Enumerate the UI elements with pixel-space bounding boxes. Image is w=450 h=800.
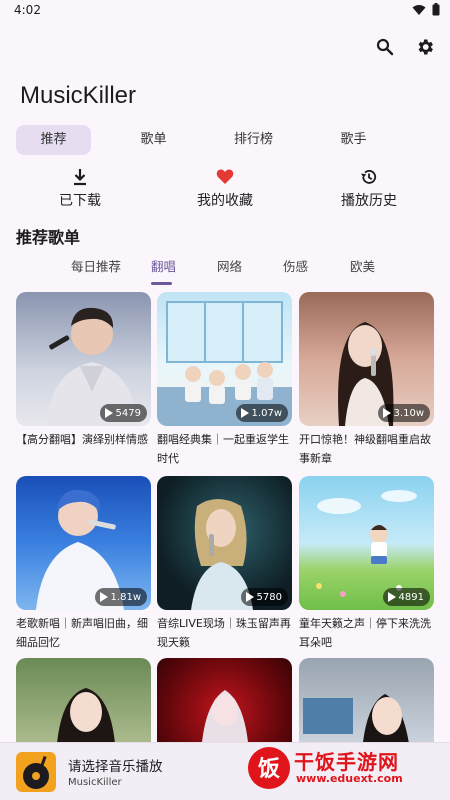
history-button[interactable]: 播放历史 (336, 168, 402, 210)
main-tabs: 推荐 歌单 排行榜 歌手 (16, 125, 416, 155)
playlist-cover (16, 658, 151, 742)
watermark: 饭 干饭手游网 www.eduext.com (244, 742, 444, 800)
search-icon[interactable] (374, 36, 396, 58)
player-cover (16, 752, 56, 792)
playlist-cover: 5479 (16, 292, 151, 426)
playlist-card[interactable] (299, 658, 434, 742)
watermark-logo-char: 饭 (258, 756, 280, 782)
play-count: 5479 (115, 407, 141, 419)
playlist-cover: 3.10w (299, 292, 434, 426)
subtab-western[interactable]: 欧美 (350, 256, 375, 275)
play-count: 5780 (256, 591, 282, 603)
history-icon (361, 170, 377, 184)
watermark-name: 干饭手游网 (294, 750, 399, 774)
playlist-card[interactable] (157, 658, 292, 742)
playlist-card[interactable]: 5780 音综LIVE现场｜珠玉留声再现天籁 (157, 476, 292, 654)
play-count-badge: 3.10w (377, 404, 430, 422)
battery-icon (432, 3, 440, 16)
playlist-title: 【高分翻唱】演绎别样情感 (16, 433, 148, 446)
download-icon (74, 169, 86, 186)
tab-playlists[interactable]: 歌单 (116, 125, 191, 155)
play-icon (382, 408, 391, 418)
heart-icon (216, 169, 234, 184)
quick-actions: 已下载 我的收藏 播放历史 (0, 168, 450, 216)
history-label: 播放历史 (341, 193, 397, 209)
downloaded-label: 已下载 (59, 193, 101, 209)
favorites-button[interactable]: 我的收藏 (192, 168, 258, 210)
play-icon (104, 408, 113, 418)
playlist-grid: 5479 【高分翻唱】演绎别样情感 1.07w 翻唱经典集｜一起重返学生时代 3… (0, 292, 450, 742)
playlist-cover: 5780 (157, 476, 292, 610)
top-actions (374, 36, 436, 58)
subtab-sad[interactable]: 伤感 (283, 256, 308, 275)
play-count-badge: 5479 (99, 404, 147, 422)
status-icons (412, 3, 440, 16)
playlist-title: 翻唱经典集｜一起重返学生时代 (157, 433, 289, 465)
playlist-card[interactable]: 4891 童年天籁之声｜停下来洗洗耳朵吧 (299, 476, 434, 654)
play-count: 4891 (398, 591, 424, 603)
playlist-card[interactable]: 3.10w 开口惊艳！神级翻唱重启故事新章 (299, 292, 434, 470)
status-bar: 4:02 (0, 0, 450, 22)
subtab-daily[interactable]: 每日推荐 (71, 256, 121, 275)
tab-charts[interactable]: 排行榜 (216, 125, 291, 155)
play-count: 1.07w (251, 407, 282, 419)
app-title: MusicKiller (20, 82, 137, 109)
watermark-logo: 饭 (248, 747, 290, 789)
playlist-title: 音综LIVE现场｜珠玉留声再现天籁 (157, 617, 291, 649)
playlist-card[interactable]: 5479 【高分翻唱】演绎别样情感 (16, 292, 151, 470)
subtab-cover[interactable]: 翻唱 (151, 256, 176, 275)
gear-icon[interactable] (414, 36, 436, 58)
watermark-url: www.eduext.com (296, 772, 403, 785)
playlist-cover (299, 658, 434, 742)
playlist-cover: 1.81w (16, 476, 151, 610)
playlist-cover (157, 658, 292, 742)
playlist-cover: 4891 (299, 476, 434, 610)
play-icon (99, 592, 108, 602)
play-icon (245, 592, 254, 602)
playlist-cover: 1.07w (157, 292, 292, 426)
playlist-title: 老歌新唱｜新声唱旧曲，细细品回忆 (16, 617, 148, 649)
play-count-badge: 1.81w (94, 588, 147, 606)
play-icon (387, 592, 396, 602)
subtab-indicator (151, 282, 172, 285)
sub-tabs: 每日推荐 翻唱 网络 伤感 欧美 (0, 256, 450, 286)
player-title: 请选择音乐播放 (68, 759, 163, 775)
wifi-icon (412, 4, 426, 15)
status-time: 4:02 (14, 3, 41, 17)
play-count: 1.81w (110, 591, 141, 603)
subtab-network[interactable]: 网络 (217, 256, 242, 275)
tab-artists[interactable]: 歌手 (316, 125, 391, 155)
downloaded-button[interactable]: 已下载 (50, 168, 110, 210)
playlist-title: 童年天籁之声｜停下来洗洗耳朵吧 (299, 617, 431, 649)
section-title: 推荐歌单 (16, 228, 81, 247)
tab-recommend[interactable]: 推荐 (16, 125, 91, 155)
playlist-card[interactable] (16, 658, 151, 742)
favorites-label: 我的收藏 (197, 193, 253, 209)
playlist-card[interactable]: 1.81w 老歌新唱｜新声唱旧曲，细细品回忆 (16, 476, 151, 654)
play-count-badge: 4891 (382, 588, 430, 606)
player-subtitle: MusicKiller (68, 777, 122, 788)
play-count-badge: 5780 (240, 588, 288, 606)
play-count: 3.10w (393, 407, 424, 419)
playlist-card[interactable]: 1.07w 翻唱经典集｜一起重返学生时代 (157, 292, 292, 470)
play-icon (240, 408, 249, 418)
playlist-title: 开口惊艳！神级翻唱重启故事新章 (299, 433, 431, 465)
play-count-badge: 1.07w (235, 404, 288, 422)
